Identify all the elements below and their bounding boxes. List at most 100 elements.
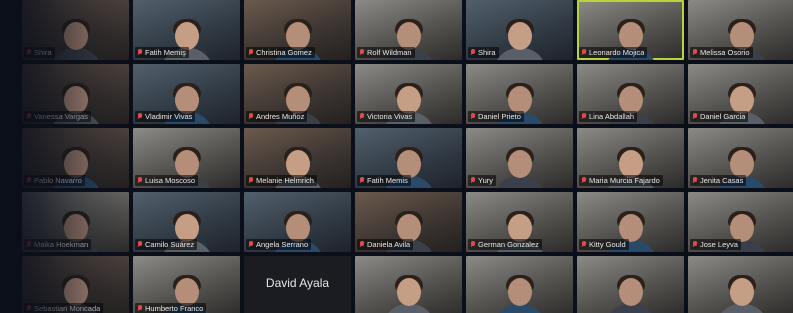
participant-name: Vladimir Vivas — [145, 112, 193, 121]
participant-video — [715, 275, 768, 313]
left-edge-panel — [0, 0, 22, 313]
participant-name: Vanessa Vargas — [34, 112, 88, 121]
participant-tile[interactable]: Maria Murcia Fajardo — [577, 128, 684, 188]
mic-muted-icon — [692, 113, 698, 120]
participant-name: Camilo Suárez — [145, 240, 195, 249]
participant-nametag: Kitty Gould — [579, 239, 629, 250]
participant-tile[interactable]: Luisa Moscoso — [133, 128, 240, 188]
participant-name: Maika Hoekman — [34, 240, 89, 249]
participant-tile[interactable]: Sebastian Moncada — [22, 256, 129, 313]
participant-nametag: Sebastian Moncada — [24, 303, 104, 313]
participant-name: Rolf Wildman — [367, 48, 412, 57]
participant-name: Christina Gomez — [256, 48, 312, 57]
mic-muted-icon — [137, 177, 143, 184]
participant-nametag: Angela Serrano — [246, 239, 312, 250]
participant-tile[interactable]: Shira — [466, 0, 573, 60]
mic-muted-icon — [470, 241, 476, 248]
participant-tile[interactable]: Maika Hoekman — [22, 192, 129, 252]
participant-video — [493, 275, 546, 313]
participant-tile[interactable]: Fatih Memis — [355, 128, 462, 188]
mic-muted-icon — [248, 113, 254, 120]
participant-name: Shira — [478, 48, 496, 57]
participant-tile[interactable]: Humberto Franco — [133, 256, 240, 313]
participant-tile[interactable]: David Ayala — [244, 256, 351, 313]
participant-name: Jose Leyva — [700, 240, 738, 249]
participant-tile[interactable]: Leonardo Mojica — [577, 0, 684, 60]
participant-tile[interactable]: Shira — [22, 0, 129, 60]
participant-tile[interactable]: Rolf Wildman — [355, 0, 462, 60]
participant-name: Angela Serrano — [256, 240, 309, 249]
participant-tile[interactable]: Andres Muñoz — [244, 64, 351, 124]
participant-nametag: Vanessa Vargas — [24, 111, 91, 122]
mic-muted-icon — [26, 241, 32, 248]
mic-muted-icon — [137, 113, 143, 120]
participant-name: Jenita Casas — [700, 176, 744, 185]
participant-name: Daniel Garcia — [700, 112, 746, 121]
participant-tile[interactable] — [688, 256, 793, 313]
participant-tile[interactable] — [466, 256, 573, 313]
participant-name: Sebastian Moncada — [34, 304, 101, 313]
participant-tile[interactable]: Vanessa Vargas — [22, 64, 129, 124]
participant-name: Andres Muñoz — [256, 112, 305, 121]
participant-tile[interactable]: Daniel Prieto — [466, 64, 573, 124]
mic-muted-icon — [581, 177, 587, 184]
mic-muted-icon — [26, 113, 32, 120]
participant-name: Lina Abdallah — [589, 112, 635, 121]
participant-tile[interactable]: Jenita Casas — [688, 128, 793, 188]
mic-muted-icon — [359, 49, 365, 56]
participant-tile[interactable]: Lina Abdallah — [577, 64, 684, 124]
participant-tile[interactable]: Fatih Memiş — [133, 0, 240, 60]
mic-muted-icon — [470, 113, 476, 120]
participant-tile[interactable]: Jose Leyva — [688, 192, 793, 252]
participant-tile[interactable]: Vladimir Vivas — [133, 64, 240, 124]
participant-tile[interactable]: Kitty Gould — [577, 192, 684, 252]
participant-video — [382, 275, 435, 313]
participant-nametag: Daniel Garcia — [690, 111, 749, 122]
participant-nametag: Vladimir Vivas — [135, 111, 196, 122]
mic-muted-icon — [692, 49, 698, 56]
participant-name: Melissa Osorio — [700, 48, 750, 57]
participant-nametag: Victoria Vivas — [357, 111, 416, 122]
participant-nametag: Camilo Suárez — [135, 239, 198, 250]
participant-name: Daniela Avila — [367, 240, 411, 249]
participant-nametag: Fatih Memiş — [135, 47, 189, 58]
participant-tile[interactable]: Angela Serrano — [244, 192, 351, 252]
participant-tile[interactable]: Pablo Navarro — [22, 128, 129, 188]
participant-tile[interactable]: Melanie Helmrich — [244, 128, 351, 188]
participant-name: Fatih Memiş — [145, 48, 186, 57]
mic-muted-icon — [581, 49, 587, 56]
participant-nametag: Daniela Avila — [357, 239, 414, 250]
mic-muted-icon — [26, 177, 32, 184]
participant-tile[interactable]: Victoria Vivas — [355, 64, 462, 124]
participant-nametag: Yury — [468, 175, 497, 186]
participant-video — [49, 19, 102, 60]
participant-nametag: Andres Muñoz — [246, 111, 308, 122]
mic-muted-icon — [26, 49, 32, 56]
participant-tile[interactable] — [355, 256, 462, 313]
participant-tile[interactable]: Daniel Garcia — [688, 64, 793, 124]
participant-nametag: Lina Abdallah — [579, 111, 638, 122]
participant-name: Shira — [34, 48, 52, 57]
participant-tile[interactable]: Yury — [466, 128, 573, 188]
participant-name: Fatih Memis — [367, 176, 408, 185]
mic-muted-icon — [581, 241, 587, 248]
participant-tile[interactable]: Daniela Avila — [355, 192, 462, 252]
participant-tile[interactable] — [577, 256, 684, 313]
mic-muted-icon — [359, 177, 365, 184]
participant-nametag: Shira — [468, 47, 499, 58]
participant-video — [493, 19, 546, 60]
participant-display-name: David Ayala — [265, 276, 330, 290]
participant-name: Maria Murcia Fajardo — [589, 176, 660, 185]
mic-muted-icon — [137, 241, 143, 248]
participant-tile[interactable]: German Gonzalez — [466, 192, 573, 252]
participant-tile[interactable]: Melissa Osorio — [688, 0, 793, 60]
participant-tile[interactable]: Camilo Suárez — [133, 192, 240, 252]
mic-muted-icon — [26, 305, 32, 312]
participant-tile[interactable]: Christina Gomez — [244, 0, 351, 60]
participant-name: Luisa Moscoso — [145, 176, 196, 185]
participant-video — [604, 275, 657, 313]
mic-muted-icon — [248, 49, 254, 56]
participant-nametag: Luisa Moscoso — [135, 175, 199, 186]
mic-muted-icon — [470, 177, 476, 184]
participant-nametag: Christina Gomez — [246, 47, 315, 58]
